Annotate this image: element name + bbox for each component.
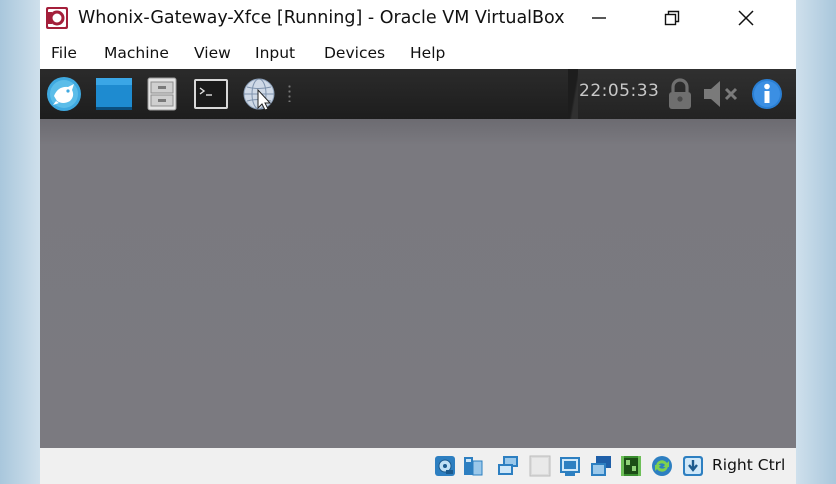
network-icon[interactable] <box>497 455 519 477</box>
mouse-integration-icon[interactable] <box>682 455 704 477</box>
panel-grip-handle[interactable] <box>288 84 291 102</box>
minimize-icon <box>592 17 606 19</box>
terminal-icon[interactable] <box>193 78 229 110</box>
cpu-icon[interactable] <box>651 455 673 477</box>
host-key-label[interactable]: Right Ctrl <box>712 456 785 474</box>
whonix-logo-icon[interactable] <box>46 76 82 112</box>
browser-icon[interactable] <box>241 76 277 112</box>
guest-display-area[interactable] <box>40 119 796 448</box>
usb-icon[interactable] <box>529 455 551 477</box>
menu-bar: File Machine View Input Devices Help <box>40 40 796 68</box>
menu-help[interactable]: Help <box>410 44 445 62</box>
panel-clock[interactable]: 22:05:33 <box>579 81 659 101</box>
guest-top-panel: 22:05:33 <box>40 69 796 119</box>
info-icon[interactable] <box>751 78 783 110</box>
minimize-button[interactable] <box>584 6 614 30</box>
lock-icon[interactable] <box>666 77 694 111</box>
menu-machine[interactable]: Machine <box>104 44 169 62</box>
optical-drive-icon[interactable] <box>462 455 484 477</box>
recording-icon[interactable] <box>620 455 642 477</box>
desktop-icon[interactable] <box>95 77 133 111</box>
volume-muted-icon[interactable] <box>702 79 742 109</box>
menu-devices[interactable]: Devices <box>324 44 385 62</box>
window-title: Whonix-Gateway-Xfce [Running] - Oracle V… <box>78 8 565 28</box>
menu-input[interactable]: Input <box>255 44 295 62</box>
close-button[interactable] <box>731 6 761 30</box>
menu-view[interactable]: View <box>194 44 231 62</box>
title-bar[interactable]: Whonix-Gateway-Xfce [Running] - Oracle V… <box>40 0 796 38</box>
close-icon <box>738 10 754 26</box>
restore-button[interactable] <box>657 6 687 30</box>
status-bar: Right Ctrl <box>40 448 796 484</box>
file-manager-icon[interactable] <box>146 77 178 111</box>
virtualbox-app-icon[interactable] <box>46 7 68 29</box>
hard-disk-icon[interactable] <box>434 455 456 477</box>
display-icon[interactable] <box>590 455 612 477</box>
virtualbox-window: Whonix-Gateway-Xfce [Running] - Oracle V… <box>40 0 796 484</box>
restore-icon <box>664 10 680 26</box>
menu-file[interactable]: File <box>51 44 77 62</box>
shared-folders-icon[interactable] <box>559 455 581 477</box>
